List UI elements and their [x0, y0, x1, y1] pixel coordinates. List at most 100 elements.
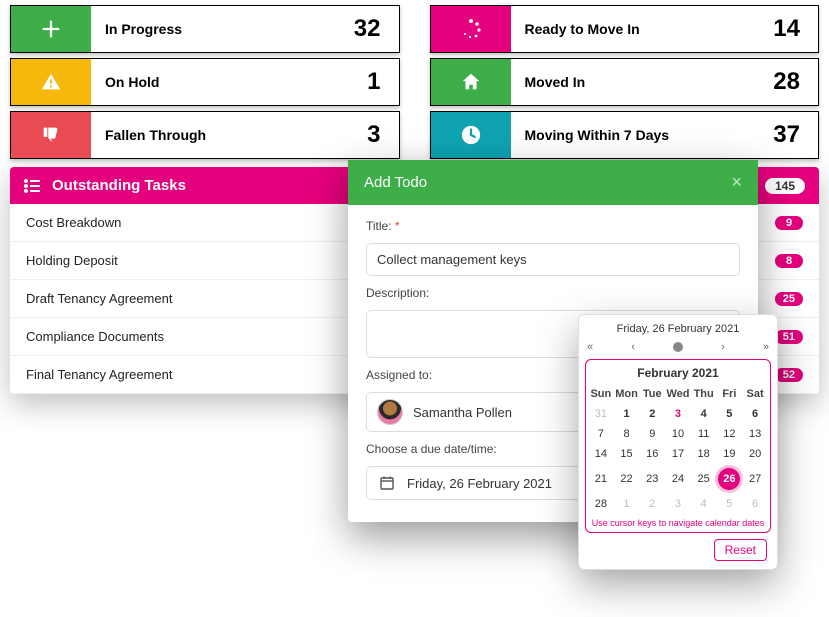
calendar-day[interactable]: 7 — [588, 424, 614, 444]
status-tile[interactable]: Moved In28 — [430, 58, 820, 106]
next-month-icon[interactable]: › — [721, 341, 725, 353]
reset-button[interactable]: Reset — [714, 539, 767, 561]
prev-month-icon[interactable]: ‹ — [631, 341, 635, 353]
task-count-badge: 51 — [775, 330, 803, 344]
task-label: Draft Tenancy Agreement — [26, 291, 172, 306]
calendar-day[interactable]: 15 — [614, 444, 640, 464]
task-label: Cost Breakdown — [26, 215, 121, 230]
tasks-total-badge: 145 — [765, 178, 805, 194]
calendar-day[interactable]: 20 — [742, 444, 768, 464]
dow-label: Mon — [614, 384, 640, 404]
calendar-day[interactable]: 22 — [614, 464, 640, 494]
clock-icon — [431, 112, 511, 158]
calendar-day[interactable]: 23 — [639, 464, 665, 494]
next-year-icon[interactable]: » — [763, 341, 769, 353]
calendar-day[interactable]: 21 — [588, 464, 614, 494]
task-label: Final Tenancy Agreement — [26, 367, 172, 382]
calendar-hint: Use cursor keys to navigate calendar dat… — [588, 514, 768, 530]
loading-icon — [431, 6, 511, 52]
calendar-grid: SunMonTueWedThuFriSat 311234567891011121… — [588, 384, 768, 514]
calendar-day[interactable]: 12 — [717, 424, 743, 444]
calendar-day[interactable]: 1 — [614, 404, 640, 424]
calendar-month-label: February 2021 — [588, 364, 768, 384]
tile-label: Fallen Through — [91, 112, 367, 158]
due-date-value: Friday, 26 February 2021 — [407, 476, 552, 491]
calendar-day[interactable]: 4 — [691, 404, 717, 424]
calendar-day[interactable]: 6 — [742, 404, 768, 424]
calendar-day[interactable]: 17 — [665, 444, 691, 464]
calendar-day[interactable]: 26 — [717, 464, 743, 494]
calendar-nav: « ‹ › » — [579, 339, 777, 359]
task-label: Compliance Documents — [26, 329, 164, 344]
calendar-day: 1 — [614, 494, 640, 514]
status-tile[interactable]: Fallen Through3 — [10, 111, 400, 159]
tile-count: 3 — [367, 112, 398, 158]
date-picker: Friday, 26 February 2021 « ‹ › » Februar… — [578, 314, 778, 570]
description-label: Description: — [366, 286, 740, 300]
avatar — [377, 399, 403, 425]
dow-label: Fri — [717, 384, 743, 404]
calendar-day: 6 — [742, 494, 768, 514]
calendar-day: 3 — [665, 494, 691, 514]
dow-label: Tue — [639, 384, 665, 404]
task-count-badge: 25 — [775, 292, 803, 306]
calendar-day[interactable]: 16 — [639, 444, 665, 464]
title-label: Title: * — [366, 219, 740, 233]
calendar-day[interactable]: 13 — [742, 424, 768, 444]
calendar-day: 31 — [588, 404, 614, 424]
calendar-day[interactable]: 11 — [691, 424, 717, 444]
modal-title: Add Todo — [364, 174, 427, 191]
calendar-day[interactable]: 8 — [614, 424, 640, 444]
today-dot-icon[interactable] — [673, 342, 683, 352]
tasks-title: Outstanding Tasks — [52, 177, 186, 194]
tile-count: 28 — [773, 59, 818, 105]
task-label: Holding Deposit — [26, 253, 118, 268]
task-count-badge: 52 — [775, 368, 803, 382]
modal-header: Add Todo × — [348, 160, 758, 205]
calendar-day[interactable]: 14 — [588, 444, 614, 464]
tile-label: In Progress — [91, 6, 354, 52]
calendar-day[interactable]: 9 — [639, 424, 665, 444]
prev-year-icon[interactable]: « — [587, 341, 593, 353]
status-tiles: In Progress32On Hold1Fallen Through3 Rea… — [0, 0, 829, 159]
close-icon[interactable]: × — [731, 172, 742, 193]
tile-count: 32 — [354, 6, 399, 52]
plus-icon — [11, 6, 91, 52]
task-count-badge: 9 — [775, 216, 803, 230]
status-tile[interactable]: Moving Within 7 Days37 — [430, 111, 820, 159]
dow-label: Thu — [691, 384, 717, 404]
alert-icon — [11, 59, 91, 105]
calendar-day[interactable]: 10 — [665, 424, 691, 444]
calendar-day: 4 — [691, 494, 717, 514]
tile-count: 37 — [773, 112, 818, 158]
list-icon — [24, 179, 40, 193]
calendar-day[interactable]: 18 — [691, 444, 717, 464]
status-tile[interactable]: In Progress32 — [10, 5, 400, 53]
thumb-down-icon — [11, 112, 91, 158]
dow-label: Wed — [665, 384, 691, 404]
dow-label: Sat — [742, 384, 768, 404]
calendar-icon — [379, 475, 395, 491]
status-tile[interactable]: On Hold1 — [10, 58, 400, 106]
tile-label: On Hold — [91, 59, 367, 105]
status-tile[interactable]: Ready to Move In14 — [430, 5, 820, 53]
calendar-day: 5 — [717, 494, 743, 514]
tile-label: Moved In — [511, 59, 774, 105]
tile-label: Moving Within 7 Days — [511, 112, 774, 158]
calendar-day[interactable]: 28 — [588, 494, 614, 514]
calendar-day[interactable]: 2 — [639, 404, 665, 424]
tile-count: 1 — [367, 59, 398, 105]
calendar-day[interactable]: 24 — [665, 464, 691, 494]
title-input[interactable] — [366, 243, 740, 276]
calendar-day[interactable]: 3 — [665, 404, 691, 424]
tile-label: Ready to Move In — [511, 6, 774, 52]
task-count-badge: 8 — [775, 254, 803, 268]
dow-label: Sun — [588, 384, 614, 404]
calendar-selected-date: Friday, 26 February 2021 — [579, 315, 777, 339]
calendar-day[interactable]: 27 — [742, 464, 768, 494]
calendar-day[interactable]: 5 — [717, 404, 743, 424]
assignee-name: Samantha Pollen — [413, 405, 512, 420]
calendar-day[interactable]: 19 — [717, 444, 743, 464]
calendar-day[interactable]: 25 — [691, 464, 717, 494]
tile-count: 14 — [773, 6, 818, 52]
